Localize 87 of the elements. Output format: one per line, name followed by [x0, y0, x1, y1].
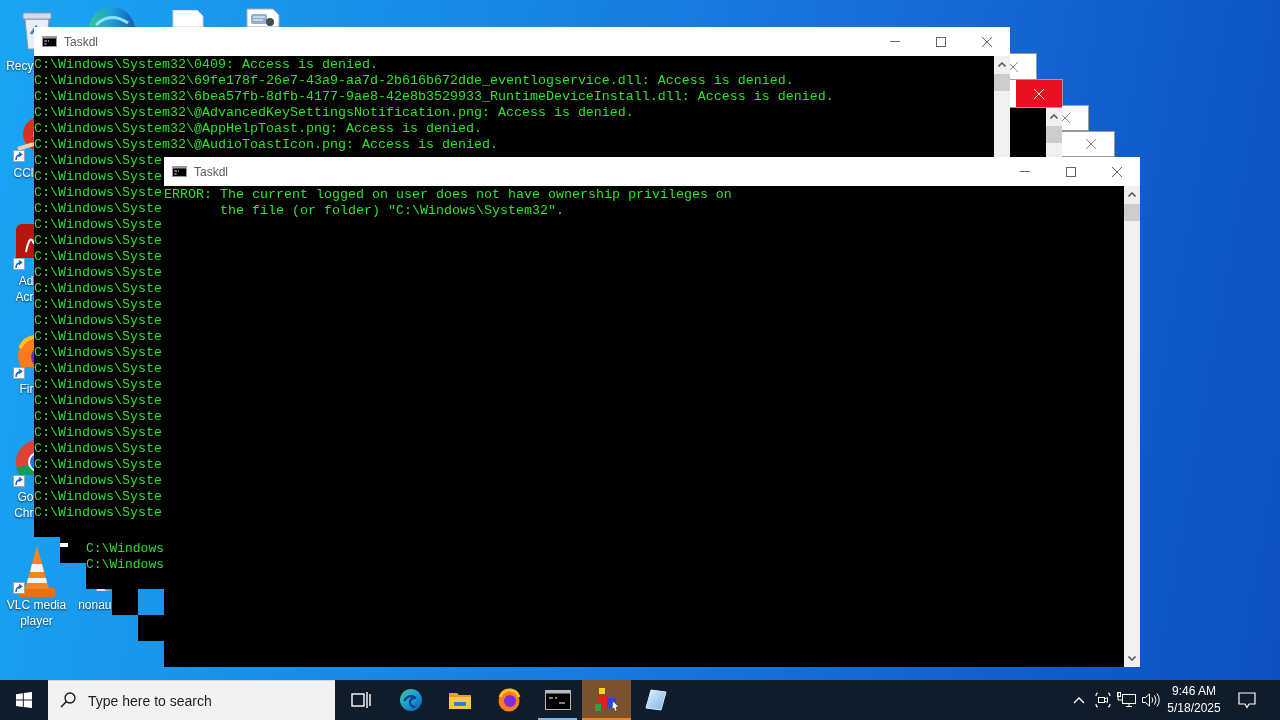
console-output: [1010, 108, 1046, 157]
icon-label[interactable]: CCl: [13, 165, 34, 181]
console-line: C:\Windows\Syste: [34, 297, 162, 313]
console-line: C:\Windows\Syste: [34, 329, 162, 345]
close-icon[interactable]: [1062, 113, 1070, 123]
console-line: C:\Windows\Syste: [34, 409, 162, 425]
console-line: C:\Windows\Syste: [34, 265, 162, 281]
swirl-icon: [398, 688, 423, 712]
minimize-icon: [1020, 171, 1030, 172]
console-line: C:\Windows\Syste: [34, 473, 162, 489]
window-title: Taskdl: [194, 164, 228, 179]
console-line: C:\Windows\Syste: [34, 249, 162, 265]
scroll-thumb[interactable]: [1124, 204, 1140, 221]
icon-label[interactable]: Go: [17, 489, 34, 505]
console-line: C:\Windows\Syste: [34, 201, 162, 217]
network-icon[interactable]: [1117, 692, 1137, 708]
speaker-icon[interactable]: [1141, 692, 1161, 708]
app-tile-icon[interactable]: [14, 222, 34, 258]
icon-label[interactable]: player: [20, 613, 53, 629]
maximize-icon: [936, 36, 946, 47]
console-line: ERROR: The current logged on user does not have ownership privileges on: [164, 187, 732, 203]
chevron-up-icon: [1050, 114, 1058, 119]
console-line: C:\Windows\Syste: [34, 489, 162, 505]
terminal-icon: [172, 166, 187, 177]
search-icon: [60, 692, 76, 708]
scrollbar[interactable]: [994, 56, 1010, 157]
chevron-down-icon: [1128, 656, 1136, 661]
icon-label[interactable]: Acr: [15, 289, 34, 305]
maximize-icon: [1066, 166, 1076, 177]
console-line: C:\Windows\Syste: [34, 313, 162, 329]
console-line: C:\Windows\System32\6bea57fb-8dfb-4177-9ae8-42e8b3529933_RuntimeDeviceInstall.dll: Access is denied.: [34, 89, 834, 105]
terminal-icon: [42, 36, 57, 47]
icon-label[interactable]: nonau: [78, 597, 112, 613]
icon-label[interactable]: Ad: [18, 273, 34, 289]
console-line: C:\Windows\System32\@AdvancedKeySettingsNotification.png: Access is denied.: [34, 105, 634, 121]
chevron-up-icon: [1128, 192, 1136, 197]
close-icon[interactable]: [1010, 61, 1018, 72]
four-panes-icon: [16, 692, 32, 708]
console-line: C:\Windows\Syste: [34, 233, 162, 249]
console-line: C:\Windows: [86, 557, 164, 573]
scrollbar[interactable]: [1124, 186, 1140, 667]
minimize-icon: [890, 41, 900, 42]
console-line: C:\Windows\Syste: [34, 281, 162, 296]
close-icon[interactable]: [982, 36, 992, 47]
console-line: C:\Windows: [86, 541, 164, 557]
console-line: C:\Windows\Syste: [34, 393, 162, 409]
notification-icon[interactable]: [1238, 691, 1256, 709]
icon-label[interactable]: Recy: [6, 58, 34, 74]
console-line: C:\Windows\Syste: [34, 377, 162, 392]
window-title: Taskdl: [64, 34, 98, 49]
flame-circle-icon: [496, 688, 521, 712]
camera-icon[interactable]: [1095, 691, 1111, 709]
console-line: C:\Windows\Syste: [34, 169, 162, 185]
console-line: C:\Windows\Syste: [34, 345, 162, 361]
task-view-icon: [350, 691, 371, 709]
icon-label[interactable]: Chr: [14, 505, 34, 521]
close-icon[interactable]: [1112, 166, 1122, 177]
icon-label[interactable]: VLC media: [6, 597, 67, 613]
document-icon[interactable]: [243, 7, 283, 27]
console-line: C:\Windows\Syste: [34, 217, 162, 233]
chevron-up-icon: [998, 62, 1006, 67]
console-line: C:\Windows\System32\@AppHelpToast.png: Access is denied.: [34, 121, 482, 137]
search-field[interactable]: Type here to search: [48, 680, 335, 720]
scrollbar[interactable]: [1046, 108, 1062, 157]
glass-pane-icon: [643, 688, 668, 712]
console-line: C:\Windows\Syste: [34, 441, 162, 457]
scroll-thumb[interactable]: [994, 74, 1010, 91]
terminal-icon: [544, 690, 571, 710]
console-line: C:\Windows\Syste: [34, 505, 162, 521]
icon-label[interactable]: Fir: [19, 381, 34, 397]
console-line: C:\Windows\Syste: [34, 457, 162, 473]
colored-cubes-icon: [592, 687, 621, 713]
console-line: C:\Windows\System32\@AudioToastIcon.png: Access is denied.: [34, 137, 498, 153]
console-line: C:\Windows\Syste: [34, 185, 162, 201]
console-line: C:\Windows\Syste: [34, 153, 162, 169]
close-button[interactable]: [1062, 105, 1089, 131]
close-icon[interactable]: [1086, 139, 1096, 149]
console-line: C:\Windows\System32\69fe178f-26e7-43a9-aa7d-2b616b672dde_eventlogservice.dll: Access is denied.: [34, 73, 794, 89]
folder-icon: [447, 690, 472, 710]
console-line: C:\Windows\Syste: [34, 425, 162, 441]
chevron-up-icon[interactable]: [1073, 696, 1085, 704]
console-line: C:\Windows\System32\0409: Access is denied.: [34, 57, 378, 72]
scroll-thumb[interactable]: [1046, 126, 1062, 143]
close-button[interactable]: [1010, 53, 1037, 80]
clock-button[interactable]: 9:46 AM 5/18/2025: [1163, 683, 1225, 717]
console-line: C:\Windows\Syste: [34, 361, 162, 377]
console-line: the file (or folder) "C:\Windows\System32".: [219, 203, 564, 219]
